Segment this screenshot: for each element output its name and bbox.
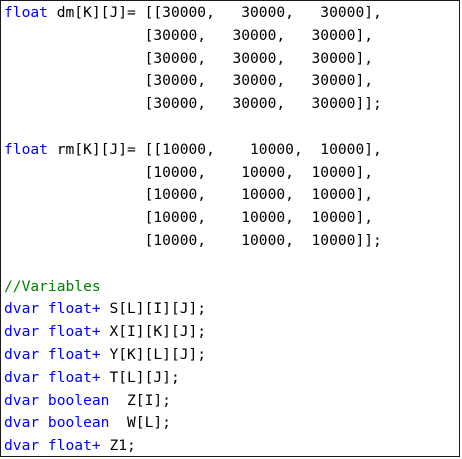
code-line-15: dvar float+ X[I][K][J]; — [4, 321, 459, 344]
code-text: [10000, 10000, 10000], — [4, 209, 374, 227]
code-editor[interactable]: float dm[K][J]= [[30000, 30000, 30000], … — [0, 0, 460, 457]
code-line-4: [30000, 30000, 30000], — [4, 70, 459, 93]
code-line-18: dvar boolean Z[I]; — [4, 390, 459, 413]
code-line-11: [10000, 10000, 10000]]; — [4, 230, 459, 253]
code-line-13: //Variables — [4, 276, 459, 299]
code-text: [10000, 10000, 10000]]; — [4, 231, 382, 249]
keyword-token: dvar float+ — [4, 300, 101, 318]
code-line-20: dvar float+ Z1; — [4, 435, 459, 458]
code-line-8: [10000, 10000, 10000], — [4, 162, 459, 185]
code-line-10: [10000, 10000, 10000], — [4, 207, 459, 230]
code-line-2: [30000, 30000, 30000], — [4, 25, 459, 48]
code-text: [10000, 10000, 10000], — [4, 186, 374, 204]
keyword-token: dvar boolean — [4, 391, 110, 409]
code-text: X[I][K][J]; — [100, 323, 207, 341]
code-line-9: [10000, 10000, 10000], — [4, 184, 459, 207]
code-line-3: [30000, 30000, 30000], — [4, 48, 459, 71]
code-text: [30000, 30000, 30000]]; — [4, 95, 382, 113]
code-line-17: dvar float+ T[L][J]; — [4, 367, 459, 390]
code-text: rm[K][J]= [[10000, 10000, 10000], — [47, 140, 382, 158]
code-line-5: [30000, 30000, 30000]]; — [4, 93, 459, 116]
code-line-1: float dm[K][J]= [[30000, 30000, 30000], — [4, 2, 459, 25]
keyword-token: dvar float+ — [4, 437, 101, 455]
code-line-7: float rm[K][J]= [[10000, 10000, 10000], — [4, 139, 459, 162]
code-text: Z[I]; — [109, 391, 171, 409]
code-text: [10000, 10000, 10000], — [4, 163, 374, 181]
code-line-19: dvar boolean W[L]; — [4, 412, 459, 435]
code-text: Z1; — [100, 437, 136, 455]
code-text: W[L]; — [109, 414, 171, 432]
keyword-token: float — [4, 140, 48, 158]
keyword-token: dvar boolean — [4, 414, 110, 432]
comment-token: //Variables — [4, 277, 101, 295]
keyword-token: dvar float+ — [4, 345, 101, 363]
code-text: dm[K][J]= [[30000, 30000, 30000], — [47, 4, 382, 21]
keyword-token: float — [4, 4, 48, 21]
code-text: [30000, 30000, 30000], — [4, 72, 374, 90]
code-line-16: dvar float+ Y[K][L][J]; — [4, 344, 459, 367]
code-text: [30000, 30000, 30000], — [4, 49, 374, 67]
code-text: Y[K][L][J]; — [100, 345, 207, 363]
code-text: [30000, 30000, 30000], — [4, 26, 374, 44]
code-line-14: dvar float+ S[L][I][J]; — [4, 298, 459, 321]
keyword-token: dvar float+ — [4, 323, 101, 341]
code-text: S[L][I][J]; — [100, 300, 207, 318]
keyword-token: dvar float+ — [4, 368, 101, 386]
code-text: T[L][J]; — [100, 368, 180, 386]
